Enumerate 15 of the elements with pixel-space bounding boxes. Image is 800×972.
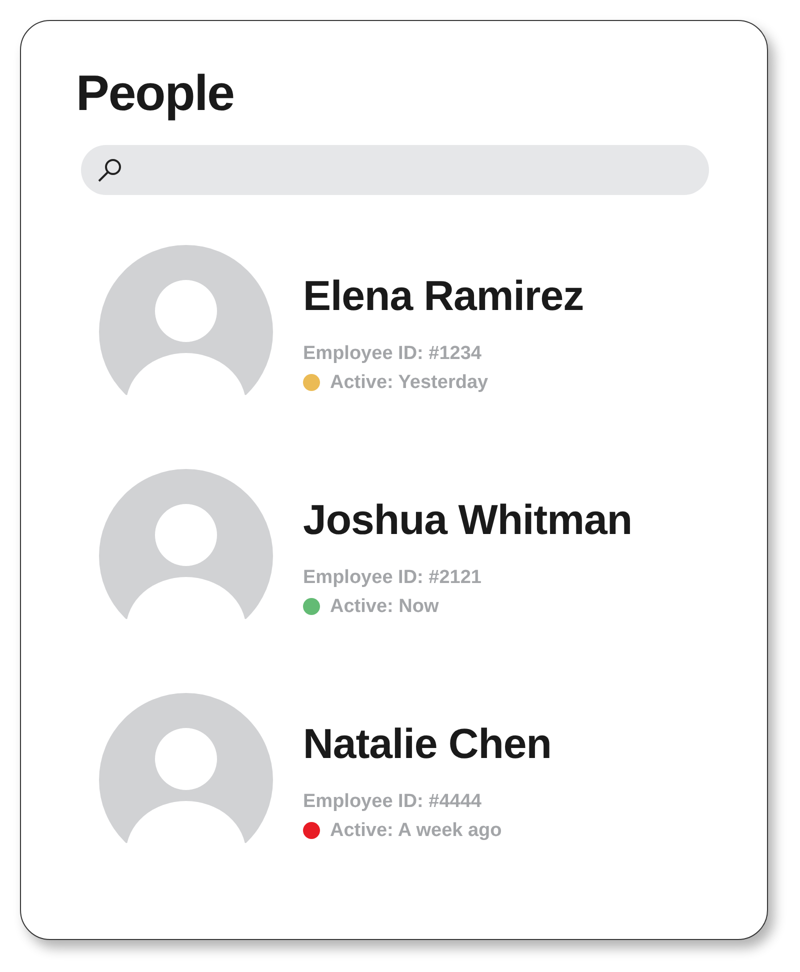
search-icon	[97, 157, 123, 183]
avatar-icon	[99, 245, 273, 395]
avatar-icon	[99, 469, 273, 619]
employee-id: Employee ID: #1234	[303, 342, 482, 366]
employee-id: Employee ID: #2121	[303, 566, 482, 590]
status-text: Active: A week ago	[330, 819, 502, 843]
status-text: Active: Yesterday	[330, 371, 488, 395]
person-name: Elena Ramirez	[303, 271, 584, 321]
page-title: People	[76, 64, 235, 123]
employee-id: Employee ID: #4444	[303, 790, 482, 814]
person-name: Natalie Chen	[303, 719, 552, 769]
person-name: Joshua Whitman	[303, 495, 632, 545]
search-field[interactable]	[81, 145, 709, 195]
avatar-icon	[99, 693, 273, 843]
status-text: Active: Now	[330, 595, 439, 619]
